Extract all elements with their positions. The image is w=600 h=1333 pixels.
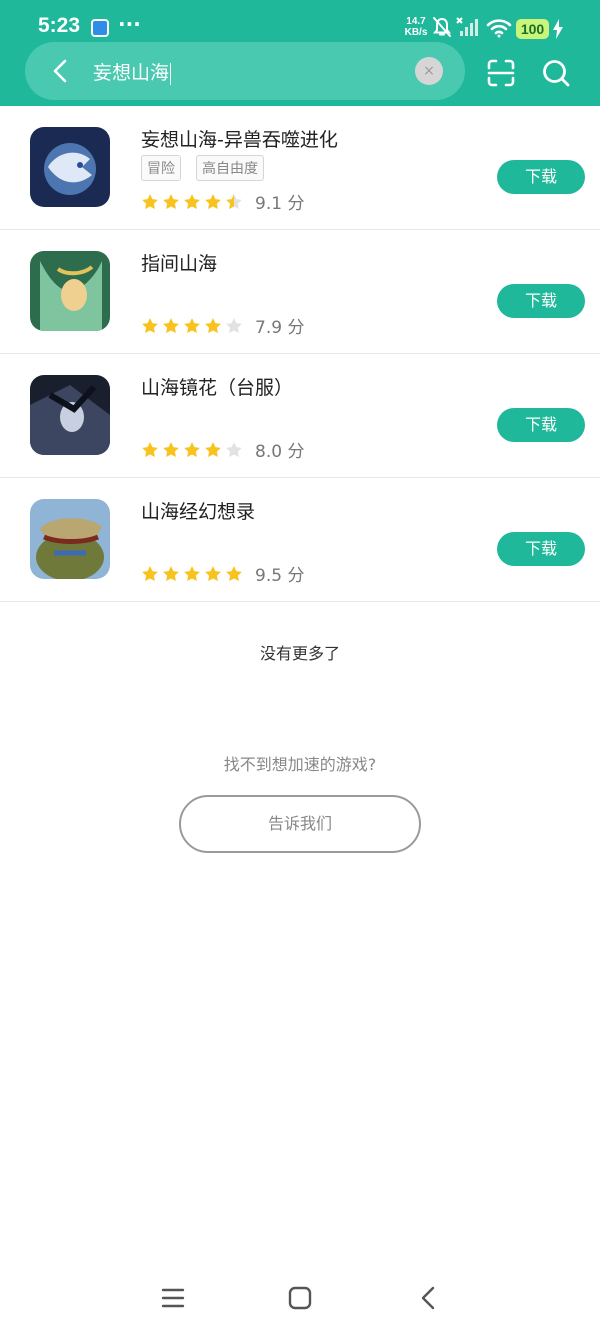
- star-icon: [184, 317, 200, 333]
- star-rating: 8.0 分: [141, 437, 305, 462]
- star-icon: [142, 317, 158, 333]
- search-icon[interactable]: [541, 58, 571, 88]
- star-icon: [184, 193, 200, 209]
- app-name: 指间山海: [141, 253, 218, 275]
- search-input[interactable]: 妄想山海: [93, 58, 172, 85]
- list-item[interactable]: 指间山海 7.9 分 下载: [0, 230, 600, 354]
- rating-score: 9.1 分: [255, 194, 305, 214]
- rating-score: 9.5 分: [255, 566, 305, 586]
- more-notifications-icon: ···: [118, 12, 141, 36]
- star-icon: [163, 441, 179, 457]
- app-icon: [30, 499, 110, 579]
- signal-icon: [456, 17, 478, 36]
- download-button[interactable]: 下载: [497, 408, 585, 442]
- star-icon: [142, 565, 158, 581]
- star-rating: 9.1 分: [141, 189, 305, 214]
- rating-score: 8.0 分: [255, 442, 305, 462]
- app-icon: [30, 127, 110, 207]
- star-icon: [226, 317, 242, 333]
- app-tags: 冒险 高自由度: [141, 155, 279, 181]
- list-item[interactable]: 山海经幻想录 9.5 分 下载: [0, 478, 600, 602]
- search-bar: 妄想山海 ×: [25, 42, 465, 100]
- star-icon: [205, 317, 221, 333]
- star-icon: [184, 565, 200, 581]
- star-icon: [205, 193, 221, 209]
- app-tag: 冒险: [141, 155, 181, 181]
- menu-icon[interactable]: [158, 1283, 188, 1313]
- scan-icon[interactable]: [486, 58, 516, 88]
- star-icon: [184, 441, 200, 457]
- star-icon: [226, 193, 242, 209]
- star-rating: 9.5 分: [141, 561, 305, 586]
- clear-search-button[interactable]: ×: [415, 57, 443, 85]
- star-rating: 7.9 分: [141, 313, 305, 338]
- app-tag: 高自由度: [196, 155, 264, 181]
- wifi-icon: [486, 19, 512, 38]
- star-icon: [226, 565, 242, 581]
- star-icon: [226, 441, 242, 457]
- app-name: 山海镜花（台服）: [141, 377, 294, 399]
- download-button[interactable]: 下载: [497, 160, 585, 194]
- home-square-icon[interactable]: [285, 1283, 315, 1313]
- status-bar: 5:23 ··· 14.7 KB/s 100: [0, 0, 600, 44]
- system-nav-bar: [0, 1263, 600, 1333]
- network-speed-unit: KB/s: [404, 27, 428, 38]
- list-item[interactable]: 妄想山海-异兽吞噬进化 冒险 高自由度 9.1 分 下载: [0, 106, 600, 230]
- network-speed-value: 14.7: [406, 16, 426, 27]
- list-item[interactable]: 山海镜花（台服） 8.0 分 下载: [0, 354, 600, 478]
- status-time: 5:23: [38, 14, 81, 37]
- text-cursor: [170, 62, 172, 85]
- notification-app-icon: [91, 19, 109, 37]
- battery-level: 100: [516, 19, 549, 39]
- tell-us-button[interactable]: 告诉我们: [179, 795, 421, 853]
- end-of-list-text: 没有更多了: [259, 644, 340, 663]
- star-icon: [163, 193, 179, 209]
- back-nav-icon[interactable]: [414, 1283, 444, 1313]
- star-icon: [142, 441, 158, 457]
- rating-score: 7.9 分: [255, 318, 305, 338]
- search-results-list: 妄想山海-异兽吞噬进化 冒险 高自由度 9.1 分 下载 指间山海 7.9 分 下…: [0, 106, 600, 602]
- charging-icon: [553, 19, 563, 39]
- network-speed: 14.7 KB/s: [401, 16, 431, 38]
- star-icon: [205, 441, 221, 457]
- download-button[interactable]: 下载: [497, 284, 585, 318]
- star-icon: [142, 193, 158, 209]
- download-button[interactable]: 下载: [497, 532, 585, 566]
- top-header: 5:23 ··· 14.7 KB/s 100 妄想山海 ×: [0, 0, 600, 106]
- star-icon: [205, 565, 221, 581]
- app-icon: [30, 375, 110, 455]
- app-name: 山海经幻想录: [141, 501, 256, 523]
- search-query: 妄想山海: [93, 62, 170, 84]
- star-icon: [163, 565, 179, 581]
- app-icon: [30, 251, 110, 331]
- bell-muted-icon: [432, 17, 452, 37]
- cant-find-prompt: 找不到想加速的游戏?: [223, 755, 377, 774]
- back-arrow-icon[interactable]: [47, 57, 75, 85]
- app-name: 妄想山海-异兽吞噬进化: [141, 129, 338, 151]
- star-icon: [163, 317, 179, 333]
